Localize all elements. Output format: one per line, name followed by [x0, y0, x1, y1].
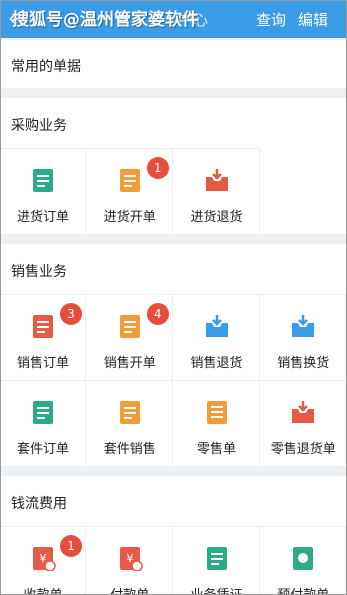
grid-item-label: 收款单 — [0, 584, 86, 595]
grid-item-retail-receipt[interactable]: 零售单 — [173, 380, 260, 466]
grid-item-label: 销售退货 — [190, 356, 243, 371]
grid-item-label: 销售订单 — [16, 356, 69, 371]
count-badge: 1 — [146, 157, 169, 179]
grid-item-payment[interactable]: ¥付款单 — [86, 526, 173, 595]
grid-item-label: 业务凭证 — [174, 584, 260, 595]
grid-item-label: 套件销售 — [103, 442, 156, 457]
grid-item-label: 付款单 — [87, 584, 173, 595]
grid-item-receipt[interactable]: ¥收款单1 — [0, 526, 86, 595]
grid-item-sales-return[interactable]: 销售退货 — [173, 294, 260, 380]
grid-item-prepayment[interactable]: 预付款单 — [260, 526, 347, 595]
section-title: 钱流费用 — [11, 496, 67, 512]
grid-item-purchase-order[interactable]: 进货订单 — [0, 148, 86, 234]
watermark-text: 搜狐号@温州管家婆软件 — [12, 10, 199, 30]
grid-item-label: 套件订单 — [16, 442, 69, 457]
count-badge: 4 — [146, 303, 169, 325]
grid-item-label: 零售退货单 — [270, 442, 336, 457]
count-badge: 3 — [60, 303, 82, 325]
cashflow-grid: ¥收款单1¥付款单业务凭证预付款单 — [0, 526, 347, 595]
grid-item-label: 进货退货 — [190, 210, 243, 225]
grid-item-label: 销售换货 — [277, 356, 330, 371]
grid-item-voucher[interactable]: 业务凭证 — [173, 526, 260, 595]
grid-item-label: 进货开单 — [103, 210, 156, 225]
section-sales-header: 销售业务 — [0, 244, 347, 294]
grid-item-label: 零售单 — [196, 442, 236, 457]
grid-item-label: 进货订单 — [16, 210, 69, 225]
section-title: 常用的单据 — [11, 59, 81, 75]
grid-item-sales-exchange[interactable]: 销售换货 — [260, 294, 347, 380]
section-purchase-header: 采购业务 — [0, 98, 347, 148]
grid-item-kit-sales[interactable]: 套件销售 — [86, 380, 173, 466]
grid-item-purchase-return[interactable]: 进货退货 — [173, 148, 260, 234]
query-button[interactable]: 查询 — [256, 9, 286, 30]
edit-button[interactable]: 编辑 — [298, 9, 328, 30]
grid-item-purchase-invoice[interactable]: 进货开单 1 — [86, 148, 173, 234]
count-badge: 1 — [60, 535, 82, 557]
section-cashflow-header: 钱流费用 — [0, 476, 347, 526]
section-title: 采购业务 — [11, 118, 67, 134]
app-header: ‹ 中心 搜狐号@温州管家婆软件 查询 编辑 — [0, 0, 347, 38]
grid-item-retail-return[interactable]: 零售退货单 — [260, 380, 347, 466]
sales-grid: 销售订单 3 销售开单 4 销售退货 销售换货套件订单 套件销售 零售单 零售退货单 — [0, 294, 347, 466]
purchase-grid: 进货订单 进货开单 1 进货退货 — [0, 148, 347, 234]
grid-item-sales-invoice[interactable]: 销售开单 4 — [86, 294, 173, 380]
section-common-header: 常用的单据 — [0, 40, 347, 88]
grid-item-label: 预付款单 — [260, 584, 346, 595]
grid-item-kit-order[interactable]: 套件订单 — [0, 380, 86, 466]
section-title: 销售业务 — [11, 264, 67, 280]
grid-item-label: 销售开单 — [103, 356, 156, 371]
grid-item-sales-order[interactable]: 销售订单 3 — [0, 294, 86, 380]
